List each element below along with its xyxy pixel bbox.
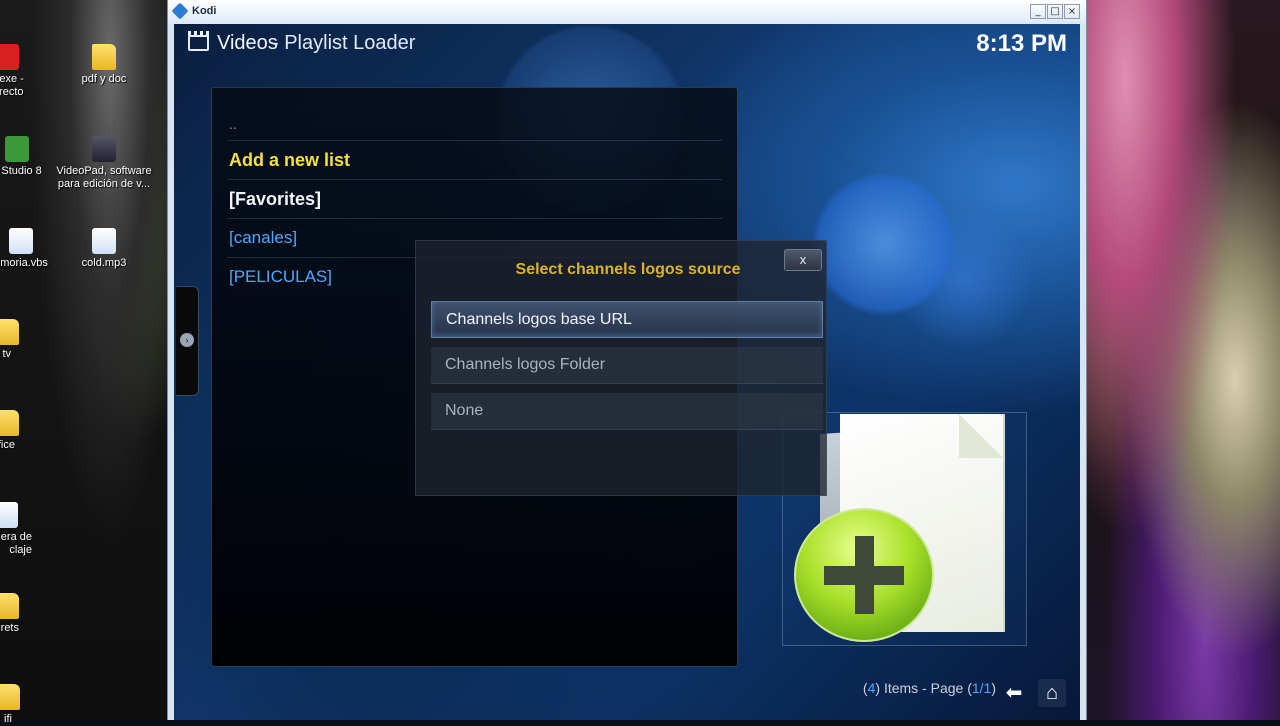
desktop-icon-label: era de claje [0,531,32,556]
desktop-icon-label: ifi [4,713,12,725]
folder-icon [0,410,19,436]
app-icon [5,136,29,162]
option-channels-logos-base-url[interactable]: Channels logos base URL [431,301,823,338]
plus-horizontal-bar [824,566,904,585]
kodi-logo-icon [171,2,189,20]
close-window-button[interactable]: × [1064,4,1080,19]
home-icon[interactable]: ⌂ [1038,679,1066,707]
window-titlebar[interactable]: Kodi _ □ × [168,0,1086,24]
chevron-right-icon: › [180,333,194,347]
back-arrow-icon[interactable]: ⬅ [1000,679,1028,707]
desktop-icon[interactable]: era de claje [0,502,32,557]
desktop-icon-label: a Studio 8 [0,165,42,177]
audio-file-icon [92,228,116,254]
list-item-canales[interactable]: [canales] [229,219,297,257]
window-title: Kodi [192,5,217,17]
add-plus-icon [794,508,934,642]
page-close-paren: ) [991,680,996,696]
desktop-icon[interactable]: rets [0,593,19,635]
page-indicator: 1/1 [971,680,992,696]
desktop-icon[interactable]: pdf y doc [49,44,159,86]
folder-icon [0,593,19,619]
dialog-title: Select channels logos source [515,261,741,278]
header-subtitle: - Playlist Loader [272,32,416,54]
minimize-button[interactable]: _ [1030,4,1046,19]
folder-icon [92,44,116,70]
desktop-icon[interactable]: fice [0,410,19,452]
select-logos-source-dialog: Select channels logos source x Channels … [415,240,827,496]
list-divider [227,218,722,219]
desktop-icon-label: cold.mp3 [81,257,127,269]
clock: 8:13 PM [976,30,1067,57]
header-section: Videos [217,32,278,54]
desktop-icon-label: a.exe - directo [0,73,24,98]
desktop-wallpaper [1085,0,1280,720]
list-item-add-new-list[interactable]: Add a new list [229,141,350,179]
desktop-icon-label: pdf y doc [81,73,127,85]
desktop-icon[interactable]: tv [0,319,19,361]
option-none[interactable]: None [431,393,823,430]
desktop-icon-label: VideoPad, software para edición de v... [56,165,152,190]
document-fold-icon [959,414,1003,458]
videopad-icon [92,136,116,162]
folder-icon [0,319,19,345]
desktop-left: a.exe - directo pdf y doc a Studio 8 Vid… [0,0,167,725]
file-icon [0,502,18,528]
desktop-icon-label: rets [0,622,19,634]
desktop-icon-label: emoria.vbs [0,257,48,269]
list-item-favorites[interactable]: [Favorites] [229,180,321,218]
option-channels-logos-folder[interactable]: Channels logos Folder [431,347,823,384]
script-icon [9,228,33,254]
list-item-peliculas[interactable]: [PELICULAS] [229,258,332,296]
kodi-canvas: Videos - Playlist Loader 8:13 PM › .. Ad… [174,24,1080,720]
items-page-text: ) Items - Page ( [875,680,972,696]
desktop-icon[interactable]: VideoPad, software para edición de v... [49,136,159,191]
folder-icon [0,684,20,710]
maximize-button[interactable]: □ [1047,4,1063,19]
dialog-close-button[interactable]: x [784,249,822,271]
exe-icon [0,44,19,70]
desktop-icon-label: tv [2,348,11,360]
desktop-icon[interactable]: cold.mp3 [49,228,159,270]
desktop-icon-label: fice [0,439,15,451]
videos-clapper-icon [188,31,209,51]
list-item-parent[interactable]: .. [229,105,237,143]
side-menu-handle[interactable]: › [176,286,199,396]
kodi-window: Kodi _ □ × Videos - Playlist Loader 8:13… [167,0,1087,720]
items-page-info: (4) Items - Page (1/1) [814,680,996,696]
